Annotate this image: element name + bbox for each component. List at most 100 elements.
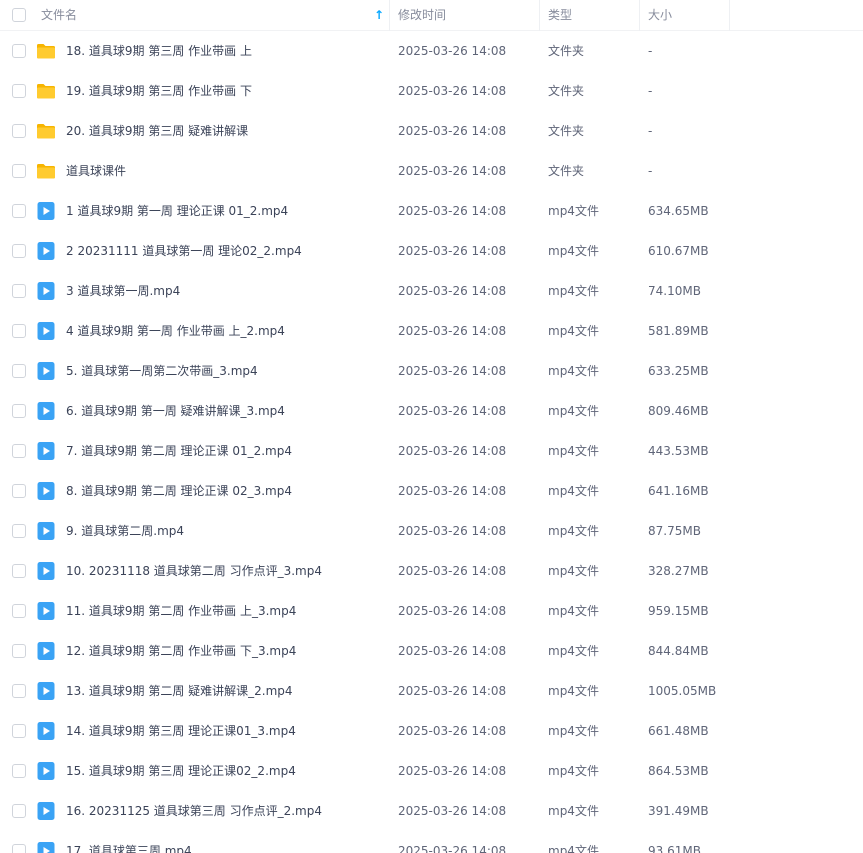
- column-divider[interactable]: [389, 0, 390, 31]
- row-checkbox[interactable]: [12, 644, 26, 658]
- file-type: 文件夹: [548, 44, 585, 58]
- file-name[interactable]: 13. 道具球9期 第二周 疑难讲解课_2.mp4: [66, 671, 293, 711]
- file-name[interactable]: 11. 道具球9期 第二周 作业带画 上_3.mp4: [66, 591, 296, 631]
- file-name[interactable]: 道具球课件: [66, 151, 126, 191]
- header-modified-time[interactable]: 修改时间: [398, 0, 446, 31]
- file-name[interactable]: 3 道具球第一周.mp4: [66, 271, 180, 311]
- modified-time: 2025-03-26 14:08: [398, 324, 507, 338]
- row-checkbox[interactable]: [12, 364, 26, 378]
- row-checkbox[interactable]: [12, 44, 26, 58]
- modified-time: 2025-03-26 14:08: [398, 724, 507, 738]
- table-row[interactable]: 13. 道具球9期 第二周 疑难讲解课_2.mp4 2025-03-26 14:0…: [0, 671, 863, 711]
- table-row[interactable]: 16. 20231125 道具球第三周 习作点评_2.mp4 2025-03-26…: [0, 791, 863, 831]
- file-size: 959.15MB: [648, 604, 709, 618]
- file-type: mp4文件: [548, 684, 599, 698]
- file-name[interactable]: 10. 20231118 道具球第二周 习作点评_3.mp4: [66, 551, 322, 591]
- row-checkbox[interactable]: [12, 284, 26, 298]
- row-checkbox[interactable]: [12, 844, 26, 853]
- file-size: 809.46MB: [648, 404, 709, 418]
- select-all-checkbox[interactable]: [12, 8, 26, 22]
- modified-time: 2025-03-26 14:08: [398, 84, 507, 98]
- file-type: 文件夹: [548, 164, 585, 178]
- table-row[interactable]: 8. 道具球9期 第二周 理论正课 02_3.mp4 2025-03-26 14:…: [0, 471, 863, 511]
- table-row[interactable]: 10. 20231118 道具球第二周 习作点评_3.mp4 2025-03-26…: [0, 551, 863, 591]
- file-name[interactable]: 17. 道具球第三周.mp4: [66, 831, 192, 853]
- table-row[interactable]: 1 道具球9期 第一周 理论正课 01_2.mp4 2025-03-26 14:0…: [0, 191, 863, 231]
- file-size: 443.53MB: [648, 444, 709, 458]
- table-row[interactable]: 5. 道具球第一周第二次带画_3.mp4 2025-03-26 14:08 mp4文…: [0, 351, 863, 391]
- table-row[interactable]: 19. 道具球9期 第三周 作业带画 下 2025-03-26 14:08 文件夹 -: [0, 71, 863, 111]
- file-name[interactable]: 8. 道具球9期 第二周 理论正课 02_3.mp4: [66, 471, 292, 511]
- file-size: 661.48MB: [648, 724, 709, 738]
- row-checkbox[interactable]: [12, 164, 26, 178]
- row-checkbox[interactable]: [12, 604, 26, 618]
- row-checkbox[interactable]: [12, 84, 26, 98]
- video-file-icon: [36, 761, 56, 781]
- table-row[interactable]: 15. 道具球9期 第三周 理论正课02_2.mp4 2025-03-26 14:…: [0, 751, 863, 791]
- file-name[interactable]: 18. 道具球9期 第三周 作业带画 上: [66, 31, 252, 71]
- file-size: 610.67MB: [648, 244, 709, 258]
- file-size: 581.89MB: [648, 324, 709, 338]
- file-type: mp4文件: [548, 844, 599, 853]
- row-checkbox[interactable]: [12, 244, 26, 258]
- table-row[interactable]: 7. 道具球9期 第二周 理论正课 01_2.mp4 2025-03-26 14:…: [0, 431, 863, 471]
- header-filename[interactable]: 文件名: [41, 0, 77, 31]
- row-checkbox[interactable]: [12, 724, 26, 738]
- table-row[interactable]: 2 20231111 道具球第一周 理论02_2.mp4 2025-03-26 1…: [0, 231, 863, 271]
- header-size[interactable]: 大小: [648, 0, 672, 31]
- table-row[interactable]: 14. 道具球9期 第三周 理论正课01_3.mp4 2025-03-26 14:…: [0, 711, 863, 751]
- header-type[interactable]: 类型: [548, 0, 572, 31]
- video-file-icon: [36, 641, 56, 661]
- video-file-icon: [36, 561, 56, 581]
- table-row[interactable]: 20. 道具球9期 第三周 疑难讲解课 2025-03-26 14:08 文件夹 -: [0, 111, 863, 151]
- file-name[interactable]: 16. 20231125 道具球第三周 习作点评_2.mp4: [66, 791, 322, 831]
- video-file-icon: [36, 401, 56, 421]
- sort-ascending-icon[interactable]: ↑: [374, 0, 384, 31]
- file-name[interactable]: 14. 道具球9期 第三周 理论正课01_3.mp4: [66, 711, 296, 751]
- row-checkbox[interactable]: [12, 204, 26, 218]
- file-name[interactable]: 2 20231111 道具球第一周 理论02_2.mp4: [66, 231, 302, 271]
- file-type: mp4文件: [548, 804, 599, 818]
- video-file-icon: [36, 841, 56, 853]
- table-row[interactable]: 12. 道具球9期 第二周 作业带画 下_3.mp4 2025-03-26 14:…: [0, 631, 863, 671]
- row-checkbox[interactable]: [12, 684, 26, 698]
- file-size: 391.49MB: [648, 804, 709, 818]
- file-name[interactable]: 5. 道具球第一周第二次带画_3.mp4: [66, 351, 258, 391]
- table-row[interactable]: 4 道具球9期 第一周 作业带画 上_2.mp4 2025-03-26 14:08…: [0, 311, 863, 351]
- file-name[interactable]: 9. 道具球第二周.mp4: [66, 511, 184, 551]
- table-row[interactable]: 11. 道具球9期 第二周 作业带画 上_3.mp4 2025-03-26 14:…: [0, 591, 863, 631]
- file-name[interactable]: 15. 道具球9期 第三周 理论正课02_2.mp4: [66, 751, 296, 791]
- folder-icon: [36, 81, 56, 101]
- row-checkbox[interactable]: [12, 124, 26, 138]
- row-checkbox[interactable]: [12, 564, 26, 578]
- row-checkbox[interactable]: [12, 804, 26, 818]
- row-checkbox[interactable]: [12, 484, 26, 498]
- modified-time: 2025-03-26 14:08: [398, 484, 507, 498]
- table-row[interactable]: 道具球课件 2025-03-26 14:08 文件夹 -: [0, 151, 863, 191]
- file-name[interactable]: 7. 道具球9期 第二周 理论正课 01_2.mp4: [66, 431, 292, 471]
- row-checkbox[interactable]: [12, 524, 26, 538]
- file-name[interactable]: 4 道具球9期 第一周 作业带画 上_2.mp4: [66, 311, 285, 351]
- file-size: 634.65MB: [648, 204, 709, 218]
- file-name[interactable]: 20. 道具球9期 第三周 疑难讲解课: [66, 111, 248, 151]
- table-row[interactable]: 18. 道具球9期 第三周 作业带画 上 2025-03-26 14:08 文件夹 -: [0, 31, 863, 71]
- row-checkbox[interactable]: [12, 324, 26, 338]
- file-name[interactable]: 19. 道具球9期 第三周 作业带画 下: [66, 71, 252, 111]
- table-row[interactable]: 3 道具球第一周.mp4 2025-03-26 14:08 mp4文件 74.10MB: [0, 271, 863, 311]
- file-name[interactable]: 1 道具球9期 第一周 理论正课 01_2.mp4: [66, 191, 288, 231]
- row-checkbox[interactable]: [12, 764, 26, 778]
- table-row[interactable]: 17. 道具球第三周.mp4 2025-03-26 14:08 mp4文件 93.61…: [0, 831, 863, 853]
- row-checkbox[interactable]: [12, 404, 26, 418]
- row-checkbox[interactable]: [12, 444, 26, 458]
- table-row[interactable]: 6. 道具球9期 第一周 疑难讲解课_3.mp4 2025-03-26 14:08…: [0, 391, 863, 431]
- file-name[interactable]: 12. 道具球9期 第二周 作业带画 下_3.mp4: [66, 631, 296, 671]
- table-row[interactable]: 9. 道具球第二周.mp4 2025-03-26 14:08 mp4文件 87.75M…: [0, 511, 863, 551]
- column-divider[interactable]: [539, 0, 540, 31]
- modified-time: 2025-03-26 14:08: [398, 44, 507, 58]
- video-file-icon: [36, 721, 56, 741]
- file-type: 文件夹: [548, 84, 585, 98]
- modified-time: 2025-03-26 14:08: [398, 204, 507, 218]
- column-divider[interactable]: [729, 0, 730, 31]
- file-name[interactable]: 6. 道具球9期 第一周 疑难讲解课_3.mp4: [66, 391, 285, 431]
- column-divider[interactable]: [639, 0, 640, 31]
